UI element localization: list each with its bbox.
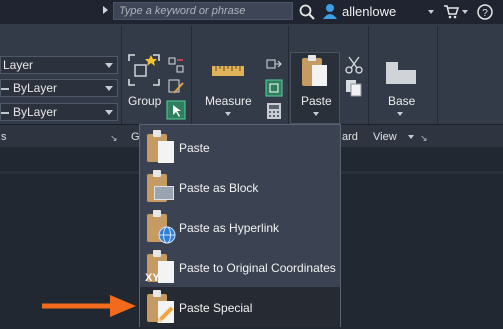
paste-button-label[interactable]: Paste [301,94,332,108]
lineweight-combo[interactable]: ByLayer [0,103,118,121]
search-icon[interactable] [299,4,315,20]
linetype-swatch [1,88,9,90]
paste-chevron-icon[interactable] [313,112,319,116]
cart-icon[interactable] [443,4,459,19]
menu-item-label: Paste Special [179,301,253,315]
paste-as-block-icon [145,170,177,204]
view-panel-chevron-icon[interactable] [408,135,414,139]
measure-chevron-icon[interactable] [225,112,231,116]
menu-item-label: Paste to Original Coordinates [179,261,336,275]
paste-as-hyperlink-icon [145,210,177,244]
menu-item-paste[interactable]: Paste [140,127,340,167]
user-name[interactable]: allenlowe [342,4,396,19]
layer-combo[interactable]: Layer [0,56,118,74]
cart-menu-chevron-icon[interactable] [462,10,468,14]
select-all-icon[interactable] [265,79,283,97]
base-view-icon[interactable] [384,58,418,86]
search-input[interactable] [114,3,292,19]
chevron-down-icon[interactable] [105,110,113,115]
linetype-combo[interactable]: ByLayer [0,79,118,97]
user-icon[interactable] [322,3,338,20]
paste-icon[interactable] [302,55,328,87]
cut-icon[interactable] [345,56,363,74]
lineweight-swatch [1,112,9,114]
calculator-icon[interactable] [266,102,282,120]
lineweight-combo-value: ByLayer [13,105,58,119]
panel-launcher-icon[interactable]: ↘ [420,133,428,144]
base-chevron-icon[interactable] [397,112,403,116]
measure-icon[interactable] [212,64,244,78]
xy-badge: XY [145,272,160,284]
menu-item-label: Paste as Block [179,181,259,195]
title-bar: allenlowe ? [0,0,503,24]
panel-label-clipboard[interactable]: ard [342,131,358,143]
annotation-arrow-icon [42,295,136,317]
paste-icon [145,130,177,164]
menu-item-paste-as-block[interactable]: Paste as Block [140,167,340,207]
layer-combo-value: Layer [3,58,34,72]
panel-launcher-icon[interactable]: ↘ [110,133,118,144]
menu-item-paste-as-hyperlink[interactable]: Paste as Hyperlink [140,207,340,247]
linetype-combo-value: ByLayer [13,81,58,95]
paste-to-original-coordinates-icon: XY [145,250,177,284]
panel-label-properties[interactable]: s [1,131,7,143]
panel-label-view[interactable]: View [373,131,397,143]
group-button-label[interactable]: Group [128,94,161,108]
user-menu-chevron-icon[interactable] [428,10,434,14]
search-box[interactable] [113,2,293,20]
measure-button-label[interactable]: Measure [205,94,252,108]
svg-text:?: ? [482,8,488,19]
chevron-down-icon[interactable] [105,63,113,68]
quick-select-icon[interactable] [265,56,283,74]
paste-special-icon [145,290,177,324]
paste-dropdown-menu: Paste Paste as Block Paste as Hyperlink … [139,124,341,327]
menu-item-label: Paste [179,141,210,155]
ungroup-icon[interactable] [168,57,184,73]
copy-icon[interactable] [345,79,363,97]
chevron-down-icon[interactable] [105,86,113,91]
menu-item-label: Paste as Hyperlink [179,221,280,235]
help-icon[interactable]: ? [477,4,493,20]
base-button-label[interactable]: Base [388,94,415,108]
group-edit-icon[interactable] [168,79,184,95]
group-selection-icon[interactable] [166,100,186,120]
menu-item-paste-special[interactable]: Paste Special [140,287,340,327]
search-expand-icon[interactable] [103,6,108,14]
group-icon[interactable] [127,53,161,87]
menu-item-paste-to-original-coordinates[interactable]: XY Paste to Original Coordinates [140,247,340,287]
